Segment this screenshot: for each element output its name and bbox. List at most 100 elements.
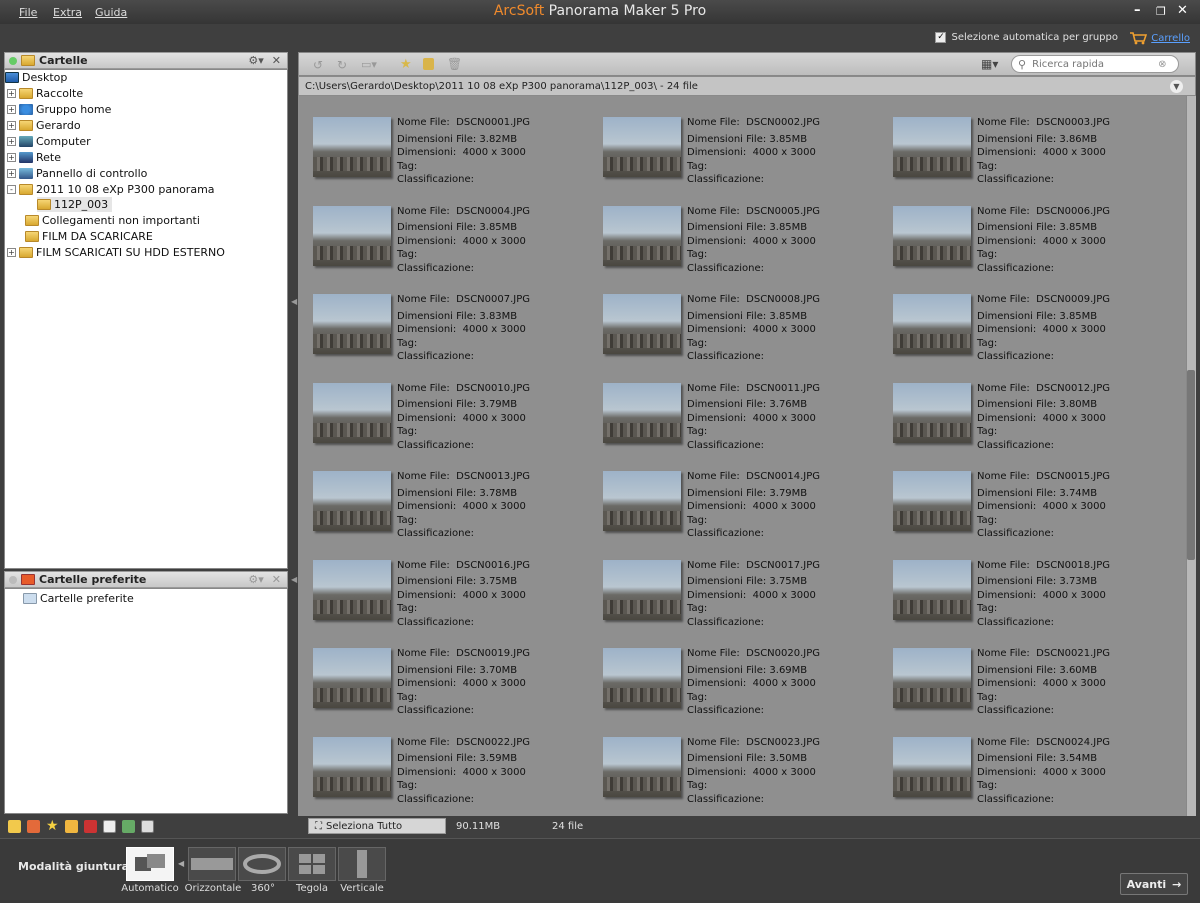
thumbnail-image[interactable] (603, 648, 681, 708)
mode-orizzontale-button[interactable] (188, 847, 236, 881)
collapse-icon[interactable]: - (7, 185, 16, 194)
file-card[interactable]: Nome File: DSCN0010.JPG Dimensioni File: … (298, 362, 588, 451)
tree-node-film-da-scaricare[interactable]: FILM DA SCARICARE (25, 229, 153, 244)
mode-automatico-button[interactable] (126, 847, 174, 881)
auto-select-checkbox[interactable]: ✓ (935, 32, 947, 43)
auto-select-group[interactable]: ✓ Selezione automatica per gruppo (935, 32, 1118, 43)
minimize-icon[interactable]: – (1134, 3, 1141, 18)
file-card[interactable]: Nome File: DSCN0012.JPG Dimensioni File: … (878, 362, 1168, 451)
thumbnail-image[interactable] (893, 471, 971, 531)
close-icon[interactable]: ✕ (1177, 3, 1188, 18)
file-card[interactable]: Nome File: DSCN0003.JPG Dimensioni File: … (878, 96, 1168, 185)
file-card[interactable]: Nome File: DSCN0005.JPG Dimensioni File: … (588, 185, 878, 274)
expand-icon[interactable]: + (7, 105, 16, 114)
folder-icon[interactable] (8, 819, 21, 833)
scroll-left-icon[interactable]: ◀ (178, 859, 184, 868)
file-card[interactable]: Nome File: DSCN0013.JPG Dimensioni File: … (298, 450, 588, 539)
tree-node-collegamenti[interactable]: Collegamenti non importanti (25, 213, 200, 228)
tree-node-raccolte[interactable]: + Raccolte (7, 86, 83, 101)
thumbnail-image[interactable] (603, 736, 681, 797)
tree-node-112p-003[interactable]: 112P_003 (37, 197, 113, 212)
thumbnail-image[interactable] (893, 205, 971, 266)
file-card[interactable]: Nome File: DSCN0011.JPG Dimensioni File: … (588, 362, 878, 451)
thumbnail-image[interactable] (893, 294, 971, 354)
tree-node-desktop[interactable]: Desktop (5, 70, 67, 85)
close-panel-icon[interactable]: ✕ (272, 54, 281, 67)
file-card[interactable]: Nome File: DSCN0020.JPG Dimensioni File: … (588, 627, 878, 716)
chevron-down-icon[interactable]: ▼ (1170, 80, 1183, 93)
star-icon[interactable]: ★ (400, 57, 412, 72)
tree-node-gruppo-home[interactable]: + Gruppo home (7, 102, 111, 117)
mode-verticale-button[interactable] (338, 847, 386, 881)
close-panel-icon[interactable]: ✕ (272, 573, 281, 586)
rotate-left-icon[interactable]: ↺ (313, 58, 323, 72)
select-all-button[interactable]: ⛶ Seleziona Tutto (308, 818, 446, 834)
file-card[interactable]: Nome File: DSCN0006.JPG Dimensioni File: … (878, 185, 1168, 274)
next-button[interactable]: Avanti → (1120, 873, 1188, 895)
expand-icon[interactable]: + (7, 248, 16, 257)
file-card[interactable]: Nome File: DSCN0014.JPG Dimensioni File: … (588, 450, 878, 539)
flag-icon[interactable] (83, 819, 97, 833)
cart-label[interactable]: Carrello (1151, 33, 1190, 44)
thumbnail-image[interactable] (893, 559, 971, 620)
splitter[interactable]: ◀ ◀ (289, 52, 297, 836)
mode-360-button[interactable] (238, 847, 286, 881)
thumbnail-image[interactable] (603, 471, 681, 531)
thumbnail-image[interactable] (893, 382, 971, 443)
thumbnail-image[interactable] (603, 382, 681, 443)
file-card[interactable]: Nome File: DSCN0001.JPG Dimensioni File: … (298, 96, 588, 185)
thumbnail-image[interactable] (313, 294, 391, 354)
thumbnail-image[interactable] (893, 736, 971, 797)
star-icon[interactable]: ★ (46, 819, 59, 833)
expand-icon[interactable]: + (7, 169, 16, 178)
favorite-folder-icon[interactable] (27, 819, 40, 833)
rotate-right-icon[interactable]: ↻ (337, 58, 347, 72)
file-card[interactable]: Nome File: DSCN0023.JPG Dimensioni File: … (588, 716, 878, 805)
file-card[interactable]: Nome File: DSCN0009.JPG Dimensioni File: … (878, 273, 1168, 362)
file-card[interactable]: Nome File: DSCN0018.JPG Dimensioni File: … (878, 539, 1168, 628)
expand-icon[interactable]: + (7, 89, 16, 98)
tree-node-rete[interactable]: + Rete (7, 150, 61, 165)
file-card[interactable]: Nome File: DSCN0017.JPG Dimensioni File: … (588, 539, 878, 628)
people-icon[interactable] (121, 819, 135, 833)
expand-icon[interactable]: + (7, 137, 16, 146)
file-card[interactable]: Nome File: DSCN0019.JPG Dimensioni File: … (298, 627, 588, 716)
mode-tegola-button[interactable] (288, 847, 336, 881)
thumbnail-image[interactable] (313, 382, 391, 443)
file-card[interactable]: Nome File: DSCN0021.JPG Dimensioni File: … (878, 627, 1168, 716)
gear-icon[interactable]: ⚙▾ (248, 54, 263, 67)
thumbnail-image[interactable] (313, 117, 391, 177)
expand-icon[interactable]: + (7, 121, 16, 130)
lock-icon[interactable] (423, 58, 434, 70)
clear-search-icon[interactable]: ⊗ (1158, 59, 1166, 70)
thumbnail-image[interactable] (893, 648, 971, 708)
tree-node-pannello[interactable]: + Pannello di controllo (7, 166, 147, 181)
search-input[interactable] (1032, 58, 1153, 70)
collapse-left-icon[interactable]: ◀ (291, 297, 297, 306)
file-card[interactable]: Nome File: DSCN0002.JPG Dimensioni File: … (588, 96, 878, 185)
panel-toggle-icon[interactable] (9, 575, 17, 584)
tree-node-computer[interactable]: + Computer (7, 134, 91, 149)
gear-icon[interactable]: ⚙▾ (248, 573, 263, 586)
thumbnail-image[interactable] (603, 559, 681, 620)
collapse-left-icon[interactable]: ◀ (291, 575, 297, 584)
tree-node-favorites[interactable]: Cartelle preferite (23, 591, 134, 606)
file-card[interactable]: Nome File: DSCN0015.JPG Dimensioni File: … (878, 450, 1168, 539)
quick-search[interactable]: ⚲ ⊗ (1011, 55, 1179, 73)
scrollbar-thumb[interactable] (1187, 370, 1195, 560)
file-card[interactable]: Nome File: DSCN0004.JPG Dimensioni File: … (298, 185, 588, 274)
calendar-icon[interactable] (102, 819, 116, 833)
thumbnail-image[interactable] (313, 471, 391, 531)
lock-icon[interactable] (64, 819, 78, 833)
trash-icon[interactable]: 🗑 (447, 57, 462, 71)
view-options-icon[interactable]: ▭▾ (361, 58, 377, 71)
thumbnail-image[interactable] (603, 205, 681, 266)
thumbnail-image[interactable] (313, 648, 391, 708)
tree-node-panorama-folder[interactable]: - 2011 10 08 eXp P300 panorama (7, 182, 215, 197)
file-card[interactable]: Nome File: DSCN0024.JPG Dimensioni File: … (878, 716, 1168, 805)
file-card[interactable]: Nome File: DSCN0007.JPG Dimensioni File: … (298, 273, 588, 362)
thumbnail-image[interactable] (603, 117, 681, 177)
thumbnail-image[interactable] (313, 736, 391, 797)
thumbnail-image[interactable] (603, 294, 681, 354)
view-mode-icon[interactable]: ▦▾ (981, 57, 998, 71)
